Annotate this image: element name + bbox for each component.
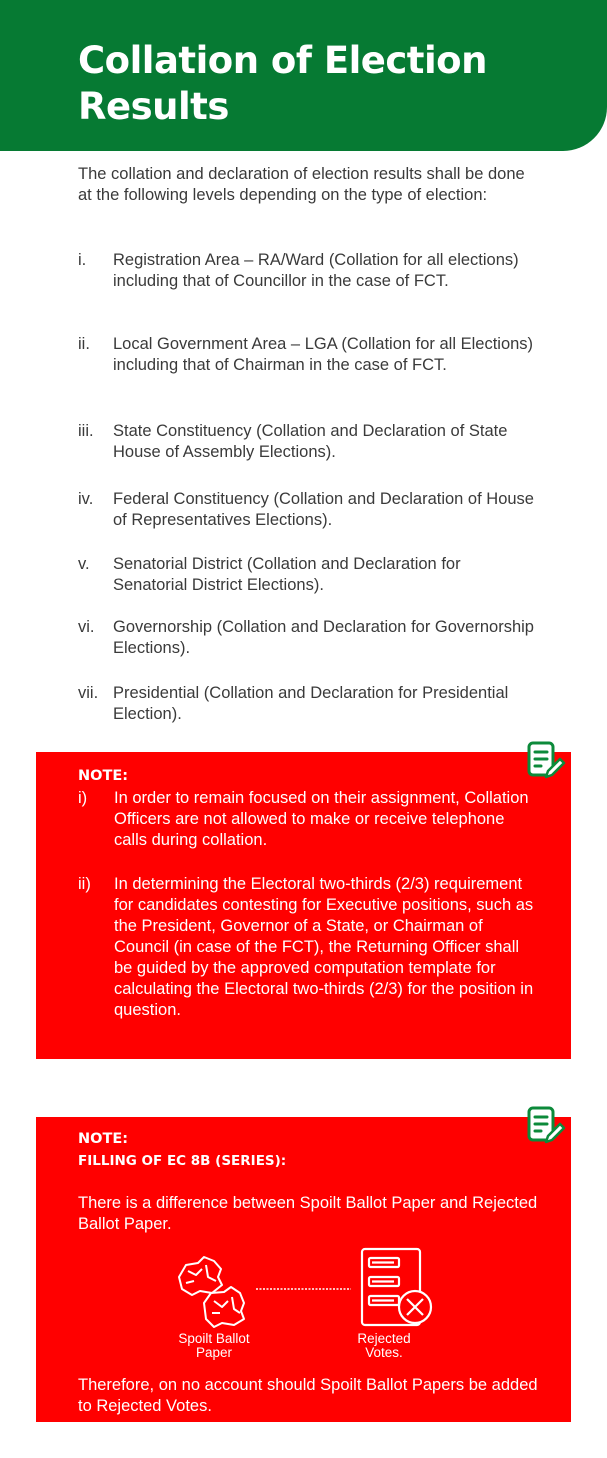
list-item: i. Registration Area – RA/Ward (Collatio… [78,251,519,290]
note-list: i) In order to remain focused on their a… [78,788,538,1021]
page-title: Collation of Election Results [78,39,487,128]
note-edit-icon [527,741,566,779]
note-box-collation: NOTE: i) In order to remain focused on t… [36,741,571,1059]
list-item: ii) In determining the Electoral two-thi… [78,875,534,1019]
rejected-ballot-icon [360,1247,433,1327]
list-item: vii. Presidential (Collation and Declara… [78,684,509,723]
intro-paragraph: The collation and declaration of electio… [78,165,525,204]
list-item: iv. Federal Constituency (Collation and … [78,490,534,529]
rejected-votes-label: Rejected Votes. [357,1331,411,1360]
crumpled-paper-icon [178,1256,245,1328]
list-item: iii. State Constituency (Collation and D… [78,422,508,461]
list-item: vi. Governorship (Collation and Declarat… [78,618,534,657]
spoilt-ballot-label: Spoilt Ballot Paper [178,1331,250,1360]
list-item: v. Senatorial District (Collation and De… [78,555,461,594]
note-title: NOTE: [78,768,129,784]
title-banner: Collation of Election Results [0,0,607,151]
note-conclusion: Therefore, on no account should Spoilt B… [78,1376,538,1415]
collation-levels-list: i. Registration Area – RA/Ward (Collatio… [78,250,538,727]
note-box-ec8b: NOTE: FILLING OF EC 8B (SERIES): There i… [36,1106,571,1422]
list-item: ii. Local Government Area – LGA (Collati… [78,335,534,374]
list-item: i) In order to remain focused on their a… [78,789,529,849]
